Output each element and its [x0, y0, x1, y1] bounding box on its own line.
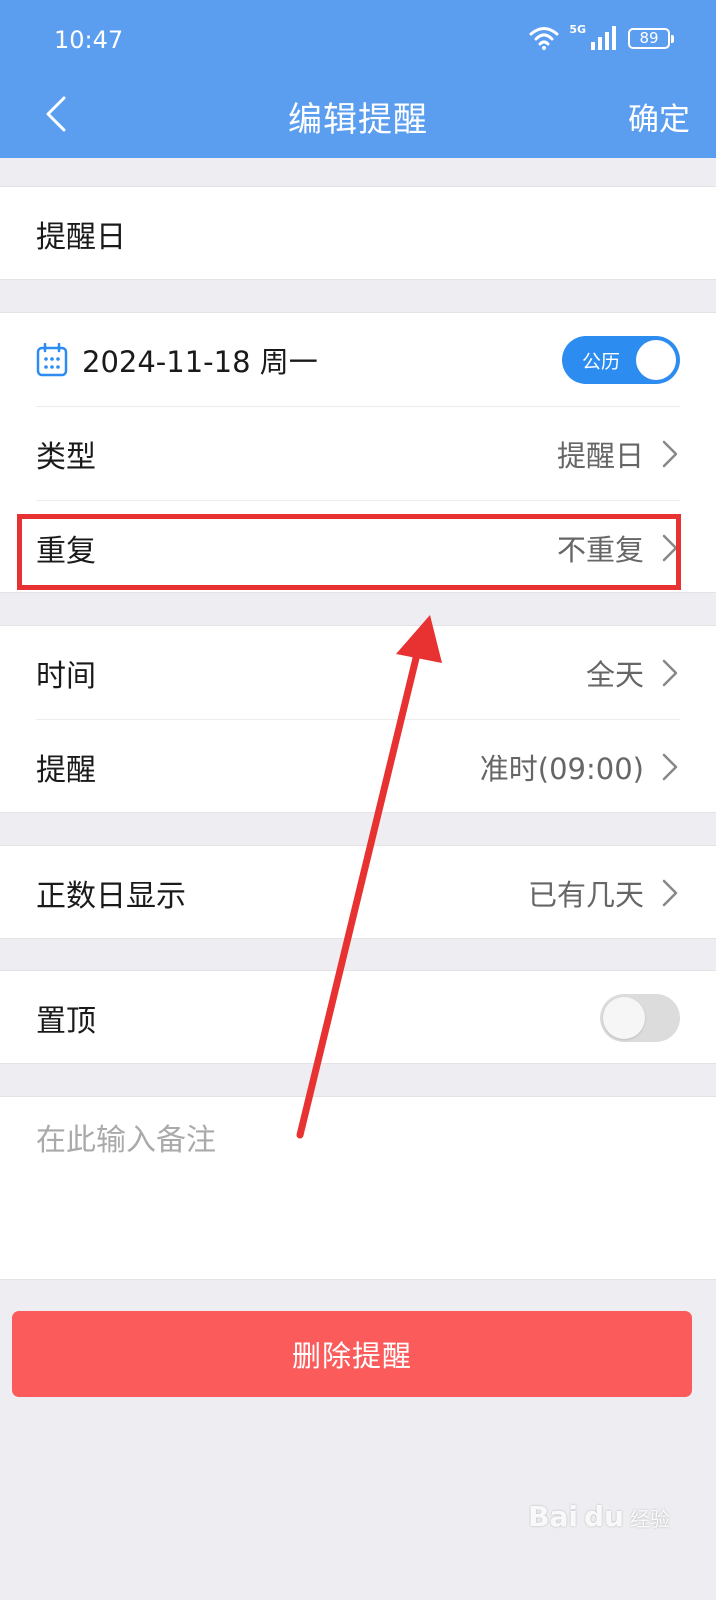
baidu-watermark: Bai du 经验	[528, 1500, 670, 1533]
reminder-name: 提醒日	[36, 220, 126, 255]
chevron-right-icon	[662, 440, 678, 468]
status-bar: 10:47 5G 89	[0, 0, 716, 80]
status-icons: 5G 89	[529, 23, 674, 50]
pin-section: 置顶	[0, 970, 716, 1064]
reminder-name-section: 提醒日	[0, 186, 716, 280]
count-display-section: 正数日显示 已有几天	[0, 845, 716, 939]
calendar-type-toggle[interactable]: 公历	[562, 336, 680, 384]
type-row[interactable]: 类型 提醒日	[0, 407, 716, 501]
page-title: 编辑提醒	[288, 100, 428, 140]
battery-level: 89	[639, 29, 659, 47]
chevron-right-icon	[662, 753, 678, 781]
chevron-right-icon	[662, 659, 678, 687]
watermark-brand: Bai	[528, 1500, 579, 1533]
network-type-label: 5G	[569, 23, 586, 36]
watermark-brand-suffix: du	[584, 1500, 624, 1533]
type-label: 类型	[36, 440, 96, 475]
count-display-value: 已有几天	[527, 878, 644, 912]
pin-toggle[interactable]	[600, 994, 680, 1042]
count-display-row[interactable]: 正数日显示 已有几天	[0, 846, 716, 940]
remind-value: 准时(09:00)	[479, 752, 644, 786]
chevron-right-icon	[662, 879, 678, 907]
calendar-icon	[36, 343, 68, 377]
count-display-label: 正数日显示	[36, 879, 186, 914]
chevron-right-icon	[662, 534, 678, 562]
type-value: 提醒日	[556, 439, 644, 473]
time-value: 全天	[585, 658, 644, 692]
time-label: 时间	[36, 659, 96, 694]
delete-reminder-button[interactable]: 删除提醒	[12, 1311, 692, 1397]
date-section: 2024-11-18 周一 公历 类型 提醒日 重复 不重复	[0, 312, 716, 593]
toggle-knob	[636, 340, 676, 380]
note-input[interactable]	[36, 1123, 676, 1158]
reminder-name-row[interactable]: 提醒日	[0, 187, 716, 281]
wifi-icon	[529, 27, 559, 50]
battery-icon: 89	[628, 27, 674, 49]
nav-bar: 编辑提醒 确定	[0, 80, 716, 158]
pin-row: 置顶	[0, 971, 716, 1065]
watermark-sub: 经验	[630, 1507, 670, 1531]
note-section	[0, 1096, 716, 1280]
repeat-value: 不重复	[556, 533, 644, 567]
repeat-row[interactable]: 重复 不重复	[0, 501, 716, 595]
toggle-knob	[603, 997, 645, 1039]
date-value: 2024-11-18 周一	[82, 345, 318, 379]
status-time: 10:47	[54, 26, 124, 54]
repeat-label: 重复	[36, 534, 96, 569]
time-section: 时间 全天 提醒 准时(09:00)	[0, 625, 716, 813]
date-row[interactable]: 2024-11-18 周一 公历	[0, 313, 716, 407]
pin-label: 置顶	[36, 1004, 96, 1039]
remind-label: 提醒	[36, 753, 96, 788]
time-row[interactable]: 时间 全天	[0, 626, 716, 720]
remind-row[interactable]: 提醒 准时(09:00)	[0, 720, 716, 814]
calendar-type-label: 公历	[582, 350, 621, 373]
cellular-signal-icon	[591, 26, 616, 50]
confirm-button[interactable]: 确定	[628, 94, 690, 139]
app-header: 10:47 5G 89 编辑提醒 确定	[0, 0, 716, 158]
